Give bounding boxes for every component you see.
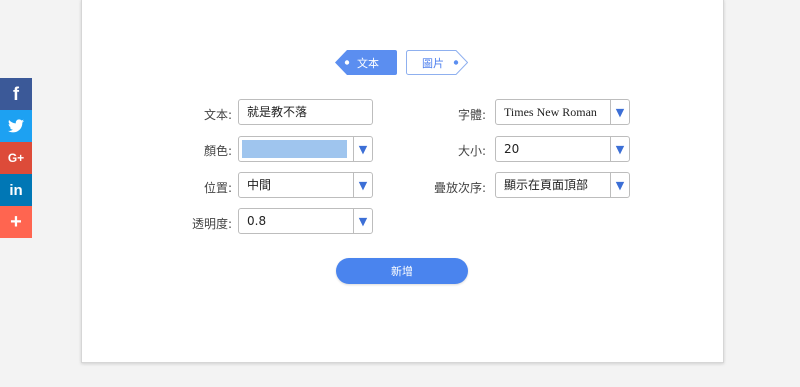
chevron-down-icon[interactable]: ▼ xyxy=(610,100,629,124)
opacity-select-value: 0.8 xyxy=(247,214,267,228)
add-button[interactable]: 新增 xyxy=(336,258,468,284)
color-picker[interactable]: ▼ xyxy=(238,136,373,162)
opacity-select[interactable]: 0.8 ▼ xyxy=(238,208,373,234)
twitter-share-button[interactable] xyxy=(0,110,32,142)
facebook-icon: f xyxy=(13,83,19,104)
more-share-button[interactable]: + xyxy=(0,206,32,238)
more-share-icon: + xyxy=(10,210,22,233)
add-button-label: 新增 xyxy=(391,265,413,278)
text-input-value: 就是教不落 xyxy=(247,105,308,119)
size-label: 大小: xyxy=(457,144,486,158)
color-label: 顏色: xyxy=(203,144,232,158)
opacity-label: 透明度: xyxy=(191,217,232,231)
chevron-down-icon[interactable]: ▼ xyxy=(353,137,372,161)
position-select-value: 中間 xyxy=(247,178,272,192)
font-select-value: Times New Roman xyxy=(504,105,597,119)
tab-text[interactable]: 文本 xyxy=(335,50,397,75)
chevron-down-icon[interactable]: ▼ xyxy=(610,173,629,197)
font-label: 字體: xyxy=(457,108,486,122)
position-label: 位置: xyxy=(203,181,232,195)
layer-order-select[interactable]: 顯示在頁面頂部 ▼ xyxy=(495,172,630,198)
social-share-bar: f G+ in + xyxy=(0,78,32,238)
chevron-down-icon[interactable]: ▼ xyxy=(353,173,372,197)
google-plus-icon: G+ xyxy=(7,151,25,165)
chevron-down-icon[interactable]: ▼ xyxy=(353,209,372,233)
tab-image[interactable]: 圖片 xyxy=(406,50,468,75)
size-select[interactable]: 20 ▼ xyxy=(495,136,630,162)
layer-order-select-value: 顯示在頁面頂部 xyxy=(504,178,589,192)
position-select[interactable]: 中間 ▼ xyxy=(238,172,373,198)
tab-image-label: 圖片 xyxy=(422,56,444,70)
text-input[interactable]: 就是教不落 xyxy=(238,99,373,125)
google-plus-share-button[interactable]: G+ xyxy=(0,142,32,174)
linkedin-icon: in xyxy=(9,181,23,199)
font-select[interactable]: Times New Roman ▼ xyxy=(495,99,630,125)
facebook-share-button[interactable]: f xyxy=(0,78,32,110)
color-swatch xyxy=(242,140,347,158)
chevron-down-icon[interactable]: ▼ xyxy=(610,137,629,161)
size-select-value: 20 xyxy=(504,142,520,156)
linkedin-share-button[interactable]: in xyxy=(0,174,32,206)
layer-order-label: 疊放次序: xyxy=(433,181,486,195)
tab-text-label: 文本 xyxy=(357,56,379,70)
twitter-icon xyxy=(8,119,24,133)
text-label: 文本: xyxy=(203,108,232,122)
